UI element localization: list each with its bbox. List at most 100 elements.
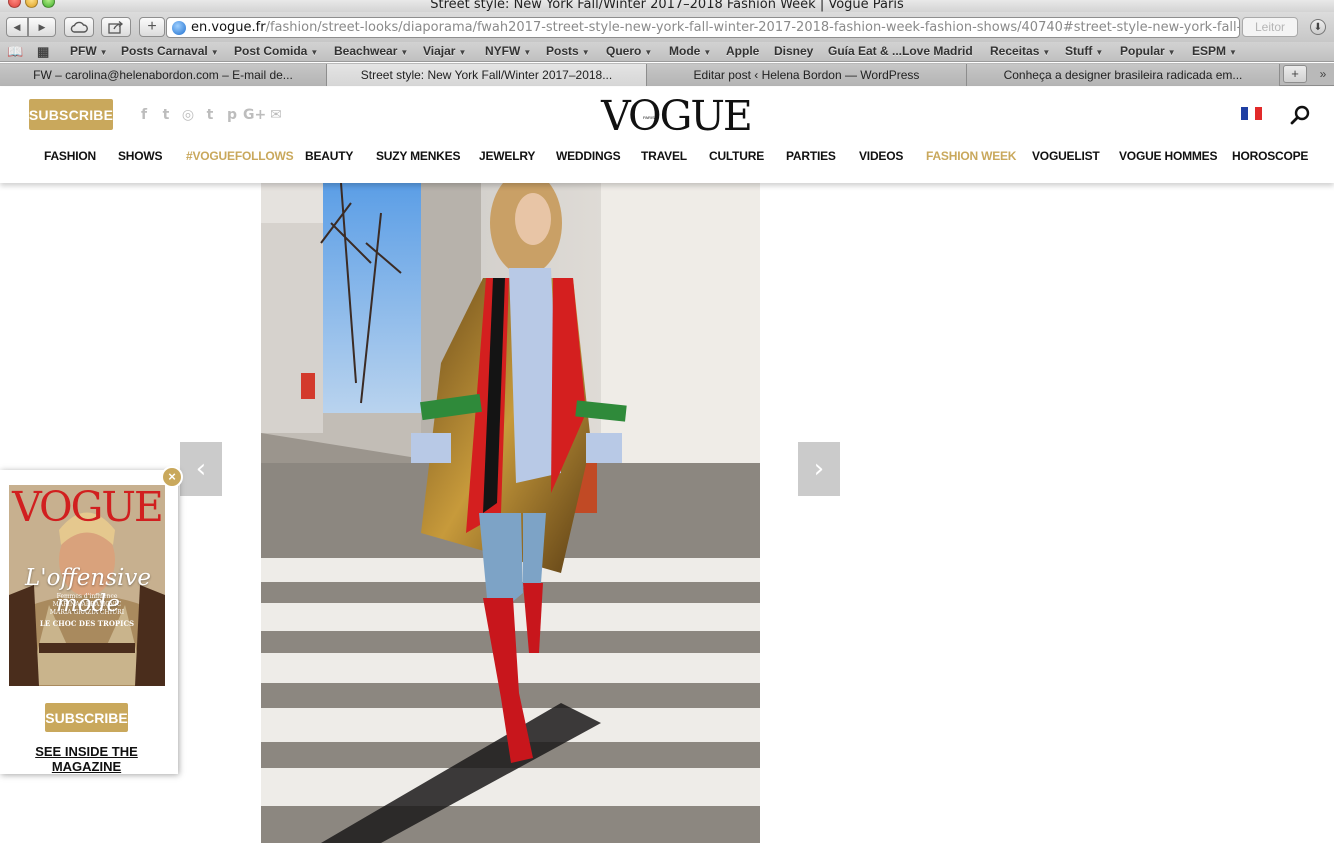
chevron-down-icon: ▼ <box>458 48 467 57</box>
main-nav: FASHION SHOWS #VOGUEFOLLOWS BEAUTY SUZY MENK… <box>0 149 1334 169</box>
bookmark-label: Posts Carnaval <box>121 44 208 58</box>
bookmark-item[interactable]: Popular ▼ <box>1120 44 1176 58</box>
bookmark-item[interactable]: Receitas ▼ <box>990 44 1050 58</box>
bookmark-label: PFW <box>70 44 97 58</box>
nav-item-travel[interactable]: TRAVEL <box>641 149 687 163</box>
chevron-down-icon: ▼ <box>581 48 590 57</box>
nav-item-parties[interactable]: PARTIES <box>786 149 836 163</box>
reading-list-icon[interactable]: 📖 <box>7 44 23 60</box>
share-icon <box>108 20 124 34</box>
chevron-down-icon: ▼ <box>99 48 108 57</box>
nav-item-culture[interactable]: CULTURE <box>709 149 764 163</box>
chevron-left-icon: ‹ <box>195 454 207 484</box>
bookmark-item[interactable]: PFW ▼ <box>70 44 108 58</box>
bookmark-item[interactable]: NYFW ▼ <box>485 44 531 58</box>
share-button[interactable] <box>101 17 131 37</box>
browser-tab[interactable]: Editar post ‹ Helena Bordon — WordPress <box>647 64 967 86</box>
next-slide-button[interactable]: › <box>798 442 840 496</box>
url-path: /fashion/street-looks/diaporama/fwah2017… <box>265 20 1240 35</box>
bookmark-item[interactable]: Posts ▼ <box>546 44 590 58</box>
bookmark-label: Post Comida <box>234 44 308 58</box>
bookmark-item[interactable]: Guía Eat & ...Love Madrid <box>828 44 973 58</box>
bookmark-item[interactable]: Viajar ▼ <box>423 44 466 58</box>
bookmark-item[interactable]: ESPM ▼ <box>1192 44 1237 58</box>
nav-item-suzy-menkes[interactable]: SUZY MENKES <box>376 149 460 163</box>
bookmark-label: Viajar <box>423 44 456 58</box>
browser-tab-label: FW – carolina@helenabordon.com – E-mail … <box>33 68 293 82</box>
site-header: SUBSCRIBE f t ◎ t p G+ ✉ VOGUE PARIS FASHION SH… <box>0 87 1334 183</box>
top-sites-icon[interactable]: ▦ <box>37 44 49 60</box>
bookmark-item[interactable]: Apple <box>726 44 759 58</box>
nav-item-fashion[interactable]: FASHION <box>44 149 96 163</box>
bookmark-label: Apple <box>726 44 760 58</box>
bookmark-label: NYFW <box>485 44 521 58</box>
nav-item-weddings[interactable]: WEDDINGS <box>556 149 621 163</box>
browser-tab[interactable]: FW – carolina@helenabordon.com – E-mail … <box>0 64 327 86</box>
bookmark-label: Receitas <box>990 44 1040 58</box>
browser-tab[interactable]: Conheça a designer brasileira radicada e… <box>967 64 1280 86</box>
browser-tab[interactable]: Street style: New York Fall/Winter 2017–… <box>327 64 647 86</box>
subscribe-button[interactable]: SUBSCRIBE <box>29 99 113 130</box>
search-icon[interactable] <box>1290 105 1310 125</box>
nav-item-jewelry[interactable]: JEWELRY <box>479 149 535 163</box>
bookmark-label: Disney <box>774 44 814 58</box>
nav-item-horoscope[interactable]: HOROSCOPE <box>1232 149 1308 163</box>
bookmark-label: Guía Eat & ...Love Madrid <box>828 44 973 58</box>
vogue-logo-paris: PARIS <box>643 115 655 120</box>
vogue-logo[interactable]: VOGUE <box>600 94 753 138</box>
bookmark-item[interactable]: Quero ▼ <box>606 44 652 58</box>
facebook-icon[interactable]: f <box>133 106 155 124</box>
address-bar[interactable]: en.vogue.fr/fashion/street-looks/diapora… <box>166 17 1240 38</box>
nav-item-vogue-hommes[interactable]: VOGUE HOMMES <box>1119 149 1217 163</box>
forward-button[interactable]: ▶ <box>28 17 56 37</box>
nav-item-shows[interactable]: SHOWS <box>118 149 163 163</box>
browser-tab-label: Conheça a designer brasileira radicada e… <box>1003 68 1243 82</box>
back-button[interactable]: ◀ <box>6 17 28 37</box>
previous-slide-button[interactable]: ‹ <box>180 442 222 496</box>
google-plus-icon[interactable]: G+ <box>243 106 266 124</box>
promo-subscribe-button[interactable]: SUBSCRIBE <box>45 703 128 732</box>
nav-item-voguelist[interactable]: VOGUELIST <box>1032 149 1100 163</box>
icloud-tabs-button[interactable] <box>64 17 94 37</box>
nav-item-beauty[interactable]: BEAUTY <box>305 149 353 163</box>
bookmark-label: Mode <box>669 44 701 58</box>
cover-vogue-logo: VOGUE <box>12 485 164 531</box>
french-flag-icon[interactable] <box>1241 107 1262 120</box>
bookmark-label: Posts <box>546 44 579 58</box>
cover-line-1: Femmes d'influence <box>56 593 118 600</box>
back-arrow-icon: ◀ <box>13 21 21 32</box>
download-icon[interactable]: ⬇ <box>1310 19 1326 35</box>
pinterest-icon[interactable]: p <box>221 106 243 124</box>
instagram-icon[interactable]: ◎ <box>177 106 199 124</box>
bookmark-item[interactable]: Stuff ▼ <box>1065 44 1103 58</box>
chevron-down-icon: ▼ <box>644 48 653 57</box>
bookmark-label: Beachwear <box>334 44 398 58</box>
chevron-down-icon: ▼ <box>703 48 712 57</box>
chevron-down-icon: ▼ <box>210 48 219 57</box>
add-bookmark-button[interactable]: + <box>139 17 165 37</box>
chevron-down-icon: ▼ <box>1095 48 1104 57</box>
new-tab-button[interactable]: + <box>1283 65 1307 83</box>
see-inside-magazine-link[interactable]: SEE INSIDE THE MAGAZINE <box>0 744 173 774</box>
chevron-down-icon: ▼ <box>400 48 409 57</box>
mail-icon[interactable]: ✉ <box>265 106 287 124</box>
street-style-photo <box>261 183 760 843</box>
close-icon[interactable]: × <box>161 466 183 488</box>
tumblr-icon[interactable]: t <box>199 106 221 124</box>
chevron-down-icon: ▼ <box>523 48 532 57</box>
bookmark-item[interactable]: Mode ▼ <box>669 44 711 58</box>
plus-icon: + <box>147 18 157 35</box>
twitter-icon[interactable]: t <box>155 106 177 124</box>
magazine-cover[interactable]: VOGUE L'offensive mode Femmes d'influenc… <box>9 485 165 686</box>
window-titlebar: Street style: New York Fall/Winter 2017–… <box>0 0 1334 12</box>
window-title: Street style: New York Fall/Winter 2017–… <box>430 0 904 12</box>
nav-item-videos[interactable]: VIDEOS <box>859 149 903 163</box>
tab-overflow-icon[interactable]: » <box>1314 65 1332 83</box>
bookmark-item[interactable]: Posts Carnaval ▼ <box>121 44 219 58</box>
bookmark-item[interactable]: Post Comida ▼ <box>234 44 318 58</box>
reader-button[interactable]: Leitor <box>1242 17 1298 37</box>
bookmark-item[interactable]: Beachwear ▼ <box>334 44 408 58</box>
nav-item-fashion-week[interactable]: FASHION WEEK <box>926 149 1016 163</box>
bookmark-item[interactable]: Disney <box>774 44 813 58</box>
nav-item-voguefollows[interactable]: #VOGUEFOLLOWS <box>186 149 294 163</box>
